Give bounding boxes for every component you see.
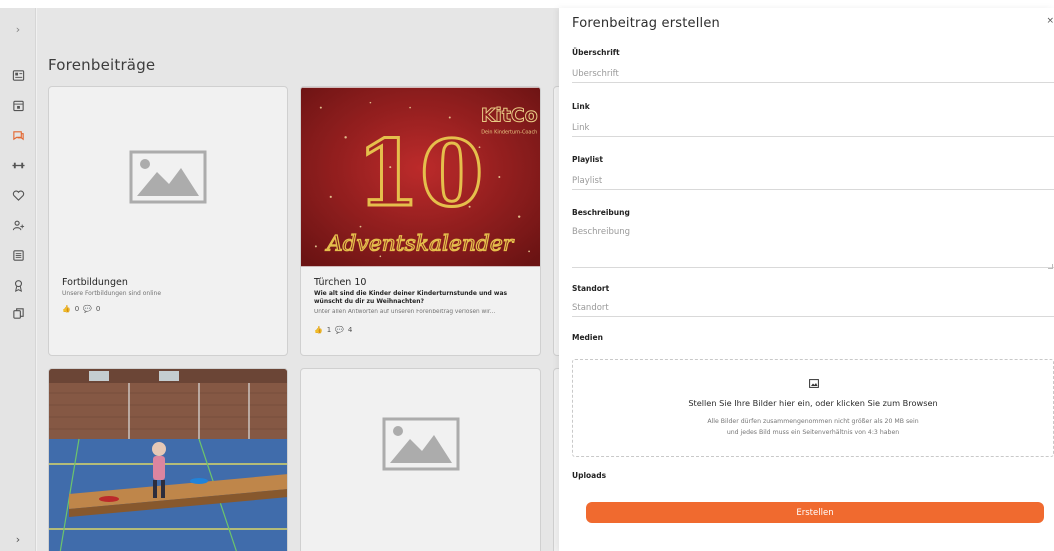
card-title: Türchen 10 (314, 277, 367, 288)
image-icon (809, 379, 819, 388)
chevron-right-icon: › (15, 22, 21, 36)
media-label: Medien (572, 333, 603, 342)
playlist-label: Playlist (572, 155, 603, 164)
card-stats: 👍 0 💬 0 (62, 305, 100, 313)
page-title: Forenbeiträge (48, 56, 156, 74)
card-question: Wie alt sind die Kinder deiner Kindertur… (314, 290, 508, 305)
description-textarea[interactable] (572, 224, 1054, 268)
create-post-drawer: Forenbeitrag erstellen × Überschrift Lin… (559, 8, 1054, 551)
create-button[interactable]: Erstellen (586, 502, 1044, 523)
like-count: 0 (74, 305, 80, 313)
sidebar-item-exercises[interactable] (0, 156, 36, 174)
sidebar-item-calendar[interactable] (0, 96, 36, 114)
main-content: Forenbeiträge Fortbildungen Unsere Fortb… (37, 8, 559, 551)
gym-photo (49, 369, 287, 551)
link-label: Link (572, 102, 590, 111)
card-excerpt: Unter allen Antworten auf unseren Forenb… (314, 309, 496, 315)
sidebar-item-favorites[interactable] (0, 186, 36, 204)
heading-input[interactable] (572, 66, 1054, 83)
copy-icon (12, 307, 24, 319)
card-image: 10 KitCo Dein Kinderturn-Coach Adventska… (301, 87, 540, 267)
comment-icon: 💬 (83, 305, 92, 313)
add-user-icon (12, 220, 24, 230)
calendar-icon (12, 100, 24, 111)
location-label: Standort (572, 284, 610, 293)
chevron-right-icon: › (15, 532, 21, 546)
sidebar-item-users[interactable] (0, 216, 36, 234)
app: › › Forenbeiträge Fortbildungen Unsere F… (0, 0, 1054, 551)
brand-tagline: Dein Kinderturn-Coach (481, 129, 537, 135)
sidebar-item-copy[interactable] (0, 304, 36, 322)
card-stats: 👍 1 💬 4 (314, 326, 352, 334)
sidebar-item-forum[interactable] (0, 126, 36, 144)
forum-card[interactable] (48, 368, 288, 551)
dropzone-note: Alle Bilder dürfen zusammengenommen nich… (707, 418, 919, 425)
card-image (49, 87, 287, 267)
dropzone-heading: Stellen Sie Ihre Bilder hier ein, oder k… (688, 398, 938, 408)
award-icon (14, 279, 22, 292)
card-title: Fortbildungen (62, 277, 128, 288)
forum-card[interactable]: 10 KitCo Dein Kinderturn-Coach Adventska… (300, 86, 541, 356)
drawer-title: Forenbeitrag erstellen (572, 16, 720, 31)
expand-sidebar-button[interactable]: › (0, 20, 36, 38)
sidebar-item-awards[interactable] (0, 276, 36, 294)
sidebar-item-dashboard[interactable] (0, 66, 36, 84)
like-icon: 👍 (62, 305, 71, 313)
image-placeholder-icon (129, 150, 207, 204)
image-dropzone[interactable]: Stellen Sie Ihre Bilder hier ein, oder k… (572, 359, 1054, 457)
dropzone-note: und jedes Bild muss ein Seitenverhältnis… (726, 429, 900, 436)
heart-icon (12, 189, 24, 201)
comment-count: 0 (95, 305, 101, 313)
advent-calendar-text: Adventskalender (325, 231, 515, 256)
like-icon: 👍 (314, 326, 323, 334)
forum-icon (12, 130, 24, 140)
resize-handle[interactable] (1048, 264, 1053, 269)
forum-card[interactable]: Fortbildungen Unsere Fortbildungen sind … (48, 86, 288, 356)
christmas-banner-image: 10 KitCo Dein Kinderturn-Coach Adventska… (301, 87, 540, 267)
forum-card[interactable] (300, 368, 541, 551)
description-label: Beschreibung (572, 208, 630, 217)
list-icon (12, 249, 24, 261)
uploads-label: Uploads (572, 471, 607, 480)
link-input[interactable] (572, 120, 1054, 137)
badge-number: 10 (357, 119, 484, 227)
close-icon[interactable]: × (1046, 16, 1054, 26)
sidebar: › › (0, 8, 36, 551)
comment-icon: 💬 (335, 326, 344, 334)
sidebar-item-list[interactable] (0, 246, 36, 264)
brand-logo: KitCo (481, 105, 538, 126)
heading-label: Überschrift (572, 48, 620, 57)
like-count: 1 (326, 326, 332, 334)
location-input[interactable] (572, 300, 1054, 317)
card-subtitle: Unsere Fortbildungen sind online (62, 290, 162, 297)
dumbbell-icon (11, 162, 25, 168)
collapse-button[interactable]: › (0, 530, 36, 548)
card-image (301, 369, 540, 519)
playlist-input[interactable] (572, 173, 1054, 190)
dashboard-icon (12, 69, 24, 81)
comment-count: 4 (347, 326, 353, 334)
image-placeholder-icon (382, 417, 459, 471)
